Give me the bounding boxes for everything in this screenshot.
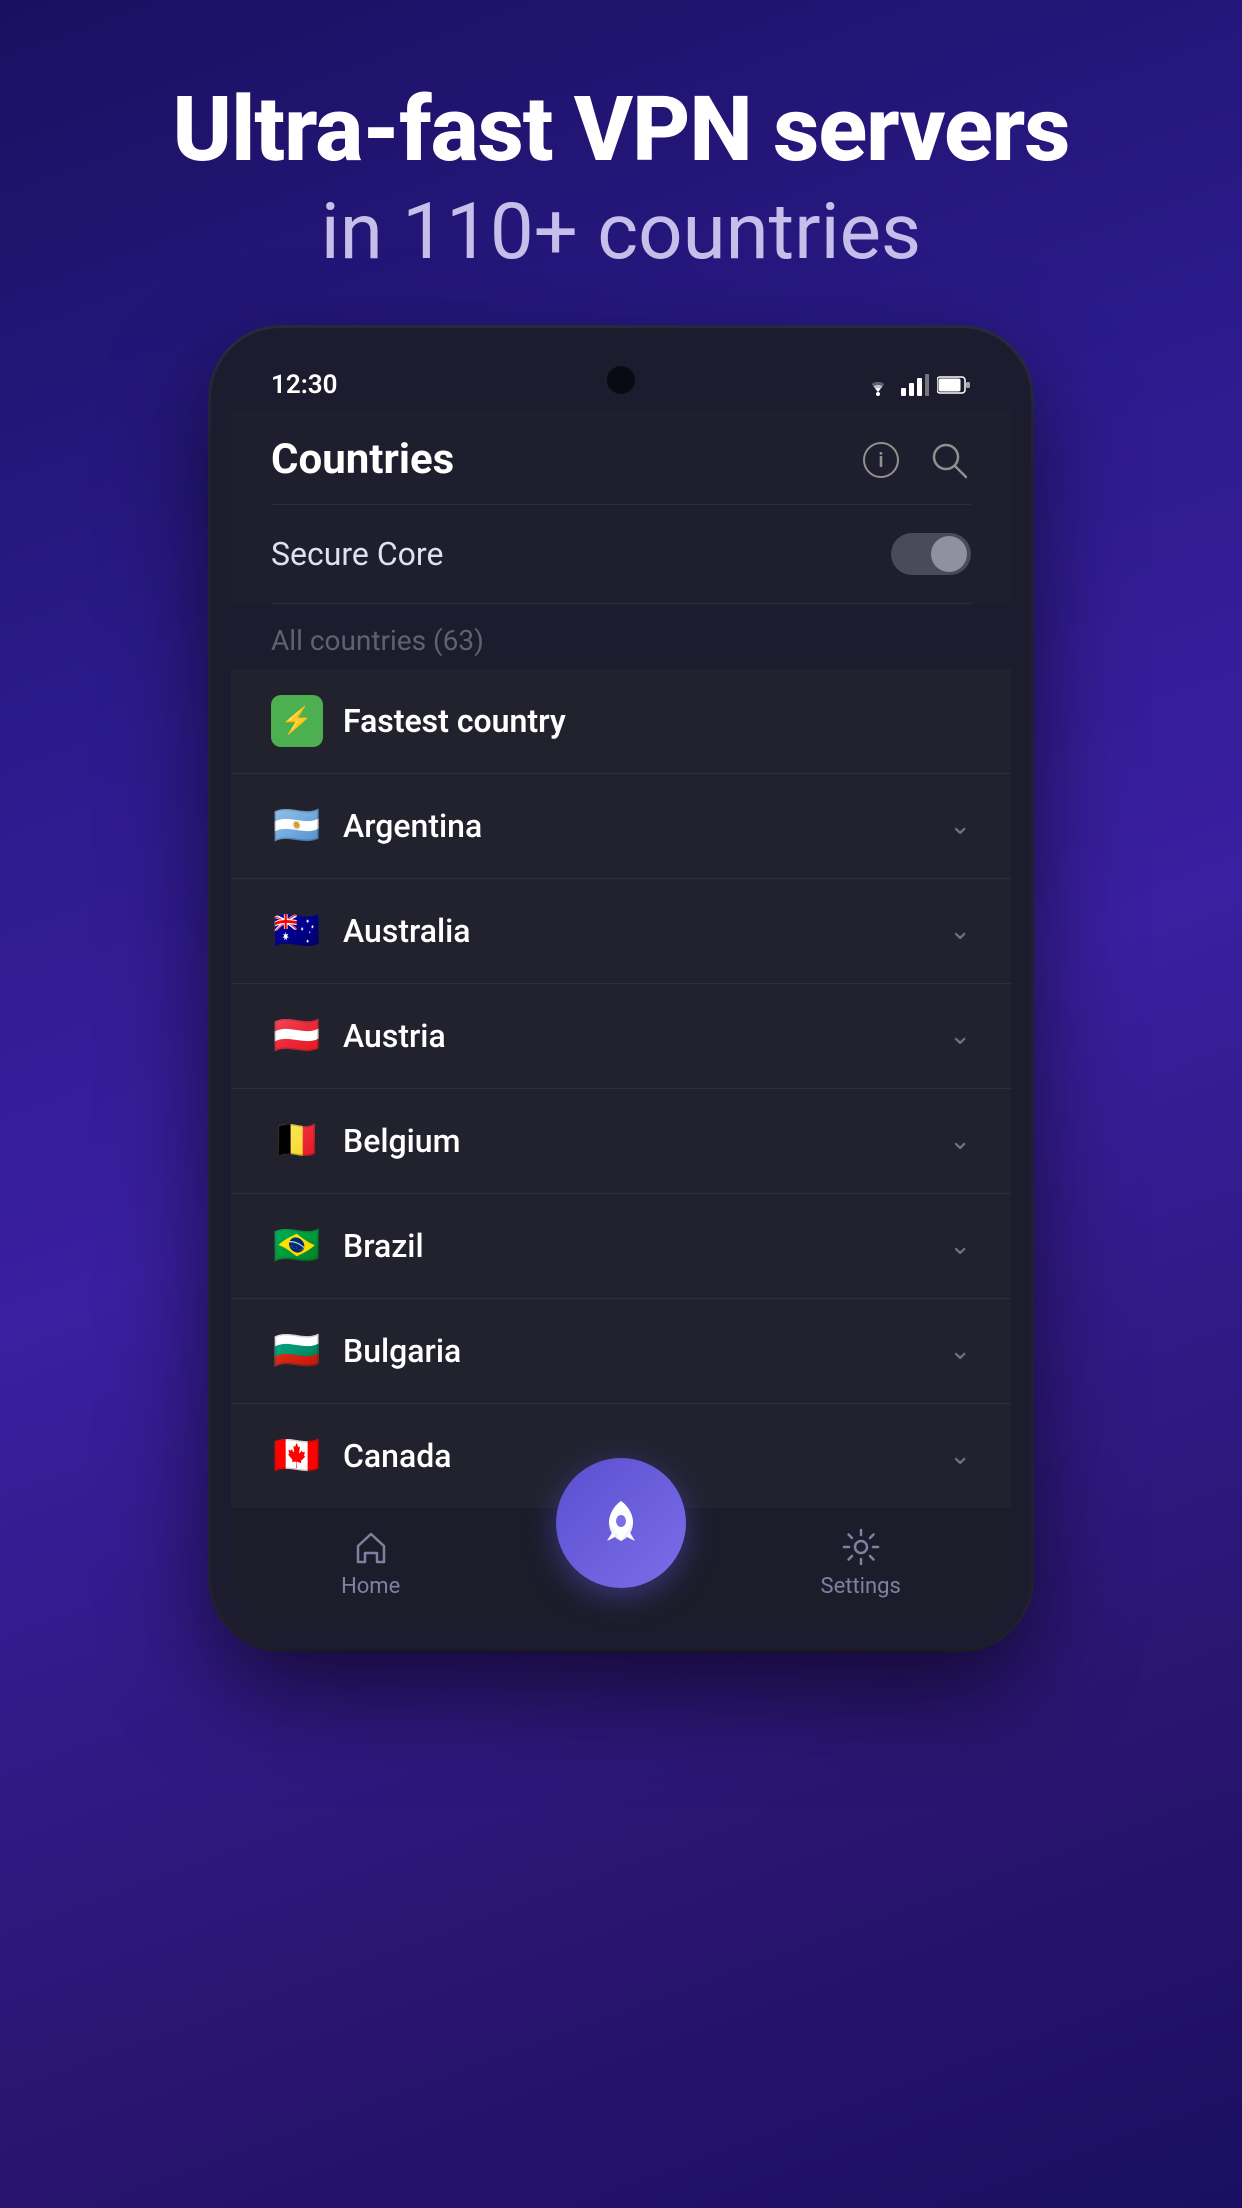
search-icon xyxy=(930,441,968,479)
flag-canada: 🇨🇦 xyxy=(271,1430,323,1482)
chevron-down-icon-5: ⌄ xyxy=(949,1231,971,1261)
country-row-argentina[interactable]: 🇦🇷 Argentina ⌄ xyxy=(231,773,1011,878)
flag-bulgaria: 🇧🇬 xyxy=(271,1325,323,1377)
status-bar: 12:30 xyxy=(231,348,1011,410)
rocket-icon xyxy=(591,1493,651,1553)
country-row-brazil[interactable]: 🇧🇷 Brazil ⌄ xyxy=(231,1193,1011,1298)
flag-brazil: 🇧🇷 xyxy=(271,1220,323,1272)
chevron-down-icon-7: ⌄ xyxy=(949,1441,971,1471)
secure-core-row: Secure Core xyxy=(231,505,1011,603)
nav-settings[interactable]: Settings xyxy=(821,1528,901,1599)
country-row-australia[interactable]: 🇦🇺 Australia ⌄ xyxy=(231,878,1011,983)
page-title: Countries xyxy=(271,435,454,484)
country-name-argentina: Argentina xyxy=(343,807,929,845)
camera-notch xyxy=(607,366,635,394)
country-row-austria[interactable]: 🇦🇹 Austria ⌄ xyxy=(231,983,1011,1088)
signal-icon xyxy=(901,374,929,396)
fastest-icon: ⚡ xyxy=(271,695,323,747)
country-row-bulgaria[interactable]: 🇧🇬 Bulgaria ⌄ xyxy=(231,1298,1011,1403)
phone-mockup: 12:30 xyxy=(211,328,1031,1649)
nav-home[interactable]: Home xyxy=(341,1528,400,1599)
fastest-country-row[interactable]: ⚡ Fastest country xyxy=(231,669,1011,773)
nav-home-label: Home xyxy=(341,1574,400,1599)
svg-text:i: i xyxy=(878,448,883,472)
country-list: ⚡ Fastest country 🇦🇷 Argentina ⌄ 🇦🇺 Aust… xyxy=(231,669,1011,1508)
search-icon-button[interactable] xyxy=(927,438,971,482)
chevron-down-icon-6: ⌄ xyxy=(949,1336,971,1366)
hero-title: Ultra-fast VPN servers xyxy=(172,80,1069,179)
country-name-australia: Australia xyxy=(343,912,929,950)
chevron-down-icon-2: ⌄ xyxy=(949,916,971,946)
info-icon-button[interactable]: i xyxy=(859,438,903,482)
home-icon xyxy=(352,1528,390,1566)
country-name-brazil: Brazil xyxy=(343,1227,929,1265)
app-header: Countries i xyxy=(231,410,1011,504)
flag-austria: 🇦🇹 xyxy=(271,1010,323,1062)
fastest-country-label: Fastest country xyxy=(343,702,566,740)
header-icons: i xyxy=(859,438,971,482)
bottom-nav: Home Settings xyxy=(231,1508,1011,1629)
chevron-down-icon: ⌄ xyxy=(949,811,971,841)
section-label: All countries (63) xyxy=(231,604,1011,669)
nav-settings-label: Settings xyxy=(821,1574,901,1599)
secure-core-label: Secure Core xyxy=(271,535,443,573)
flag-belgium: 🇧🇪 xyxy=(271,1115,323,1167)
country-row-belgium[interactable]: 🇧🇪 Belgium ⌄ xyxy=(231,1088,1011,1193)
connect-button[interactable] xyxy=(556,1458,686,1588)
country-name-belgium: Belgium xyxy=(343,1122,929,1160)
chevron-down-icon-4: ⌄ xyxy=(949,1126,971,1156)
secure-core-toggle[interactable] xyxy=(891,533,971,575)
country-name-austria: Austria xyxy=(343,1017,929,1055)
info-icon: i xyxy=(862,441,900,479)
wifi-icon xyxy=(863,374,893,396)
settings-icon xyxy=(842,1528,880,1566)
status-time: 12:30 xyxy=(271,370,338,400)
toggle-thumb xyxy=(931,536,967,572)
battery-icon xyxy=(937,375,971,395)
hero-section: Ultra-fast VPN servers in 110+ countries xyxy=(112,80,1129,278)
hero-subtitle: in 110+ countries xyxy=(172,187,1069,278)
status-icons xyxy=(863,374,971,396)
chevron-down-icon-3: ⌄ xyxy=(949,1021,971,1051)
flag-australia: 🇦🇺 xyxy=(271,905,323,957)
country-name-bulgaria: Bulgaria xyxy=(343,1332,929,1370)
flag-argentina: 🇦🇷 xyxy=(271,800,323,852)
